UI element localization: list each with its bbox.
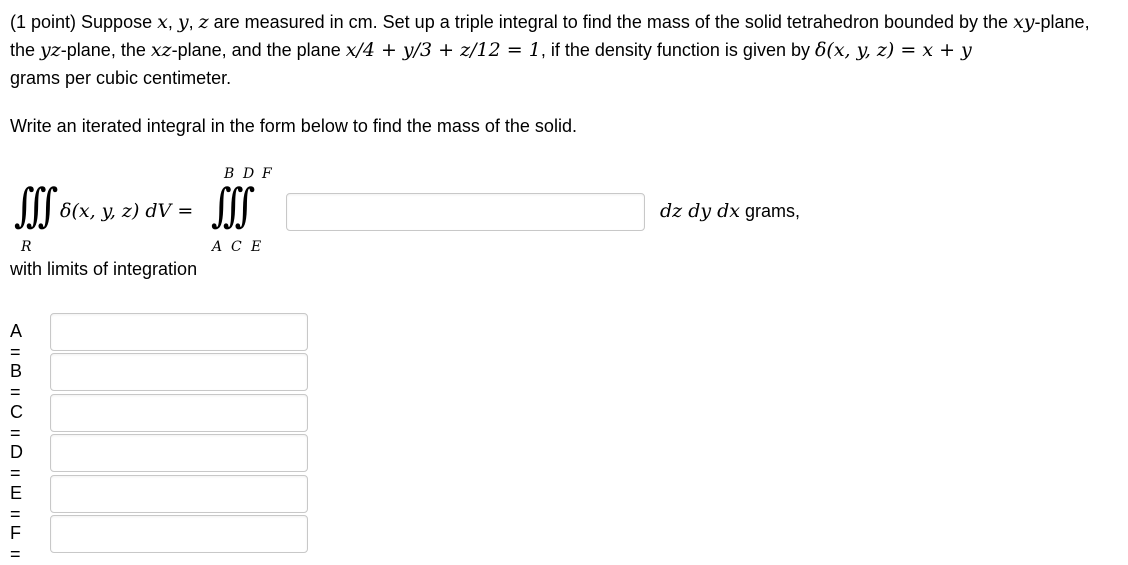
var-xy: xy: [1013, 11, 1035, 33]
limit-label-A: A =: [10, 321, 22, 362]
density-function: δ(x, y, z): [814, 39, 895, 61]
limit-label-C: C =: [10, 402, 23, 443]
comma: ,: [188, 12, 199, 32]
problem-statement: (1 point) Suppose x, y, z are measured i…: [10, 8, 1118, 92]
limit-input-D[interactable]: [50, 434, 308, 472]
problem-text: -plane, the: [60, 40, 151, 60]
var-yz: yz: [40, 39, 61, 61]
limits-heading: with limits of integration: [10, 259, 198, 279]
lower-limit-C: C: [231, 239, 242, 255]
limit-input-F[interactable]: [50, 515, 308, 553]
limit-input-E[interactable]: [50, 475, 308, 513]
limit-label-D: D =: [10, 442, 23, 483]
lower-limit-E: E: [251, 239, 262, 255]
plane-equation: x/4 + y/3 + z/12 = 1: [345, 39, 541, 61]
limit-input-C[interactable]: [50, 394, 308, 432]
var-xz: xz: [150, 39, 172, 61]
instruction-text: Write an iterated integral in the form b…: [10, 116, 577, 136]
density-expression: = x + y: [894, 39, 972, 61]
var-z: z: [198, 11, 209, 33]
comma: ,: [167, 12, 178, 32]
var-x: x: [157, 11, 168, 33]
integrand-expression: δ(x, y, z) dV =: [60, 200, 193, 222]
limit-input-A[interactable]: [50, 313, 308, 351]
triple-integral-sign: ∫∫∫: [14, 179, 58, 233]
differentials: dz dy dx: [660, 200, 741, 222]
limit-input-B[interactable]: [50, 353, 308, 391]
limit-label-B: B =: [10, 361, 23, 402]
problem-text: -plane, and the plane: [171, 40, 346, 60]
region-label: R: [21, 239, 32, 255]
problem-text: grams per cubic centimeter.: [10, 68, 232, 88]
problem-text: are measured in cm. Set up a triple inte…: [208, 12, 1014, 32]
lower-limit-A: A: [212, 239, 223, 255]
differentials-and-units: dz dy dx grams,: [660, 200, 800, 222]
problem-text: , if the density function is given by: [540, 40, 815, 60]
problem-text: (1 point) Suppose: [10, 12, 158, 32]
limit-label-E: E =: [10, 483, 23, 524]
integrand-text: δ(x, y, z) dV: [60, 200, 172, 222]
var-y: y: [177, 11, 189, 33]
upper-limit-F: F: [262, 166, 272, 182]
integrand-input[interactable]: [286, 193, 645, 231]
iterated-integral-sign: ∫∫∫: [211, 179, 255, 233]
units-text: grams,: [740, 201, 801, 221]
limit-label-F: F =: [10, 523, 21, 564]
equals-sign: =: [177, 200, 194, 222]
